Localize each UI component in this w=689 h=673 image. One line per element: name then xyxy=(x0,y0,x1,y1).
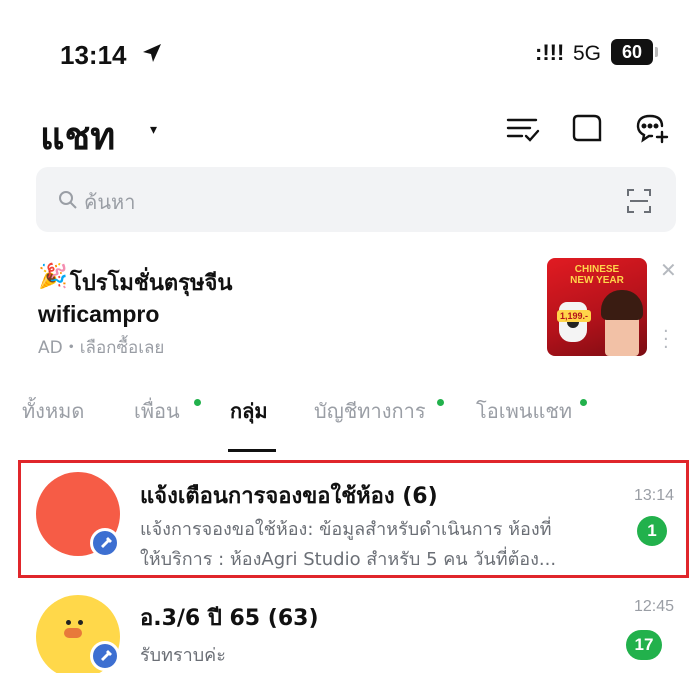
filter-list-icon[interactable] xyxy=(503,108,543,148)
ad-title[interactable]: โปรโมชั่นตรุษจีน xyxy=(70,265,232,300)
battery-icon: 60 xyxy=(611,39,653,65)
chevron-down-icon[interactable]: ▾ xyxy=(150,122,157,138)
scan-icon[interactable] xyxy=(626,188,652,218)
openchat-new-dot xyxy=(580,399,587,406)
unread-badge: 17 xyxy=(626,630,662,660)
avatar-eye xyxy=(78,620,83,625)
status-bar: 13:14 :!!! 5G 60 xyxy=(0,0,689,100)
battery-cap xyxy=(655,47,658,57)
official-new-dot xyxy=(437,399,444,406)
chat-preview-line: รับทราบค่ะ xyxy=(140,645,226,666)
pin-icon xyxy=(90,641,120,671)
tab-groups[interactable]: กลุ่ม xyxy=(230,395,268,427)
highlight-box xyxy=(18,460,689,578)
chat-tabs: ทั้งหมด เพื่อน กลุ่ม บัญชีทางการ โอเพนแช… xyxy=(0,395,689,455)
more-vertical-icon[interactable]: · · · xyxy=(663,323,669,357)
camera-product xyxy=(559,302,587,342)
ad-model xyxy=(601,290,643,356)
ad-subtitle[interactable]: AD・เลือกซื้อเลย xyxy=(38,333,164,361)
tab-official-accounts[interactable]: บัญชีทางการ xyxy=(314,395,426,427)
page-title[interactable]: แชท xyxy=(40,105,115,166)
status-time: 13:14 xyxy=(60,40,127,70)
network-type: 5G xyxy=(573,42,602,65)
chat-time: 12:45 xyxy=(634,598,675,615)
search-icon xyxy=(58,190,78,214)
chat-name[interactable]: อ.3/6 ปี 65 (63) xyxy=(140,600,319,635)
location-arrow-icon xyxy=(140,41,164,69)
search-placeholder: ค้นหา xyxy=(84,190,136,214)
tab-friends[interactable]: เพื่อน xyxy=(134,395,180,427)
ad-brand[interactable]: wificampro xyxy=(38,301,159,328)
square-icon[interactable] xyxy=(568,108,608,148)
party-popper-icon: 🎉 xyxy=(38,262,68,290)
tab-open-chat[interactable]: โอเพนแชท xyxy=(476,395,572,427)
active-tab-indicator xyxy=(228,449,276,452)
friends-new-dot xyxy=(194,399,201,406)
ad-image-caption: CHINESE NEW YEAR xyxy=(570,264,624,286)
new-chat-icon[interactable] xyxy=(632,108,672,148)
tab-all[interactable]: ทั้งหมด xyxy=(22,395,84,427)
avatar-beak xyxy=(64,628,82,638)
signal-strength: :!!! xyxy=(535,40,565,65)
ad-image[interactable]: CHINESE NEW YEAR 1,199.- xyxy=(547,258,647,356)
ad-price: 1,199.- xyxy=(557,310,592,322)
avatar-eye xyxy=(66,620,71,625)
close-icon[interactable]: ✕ xyxy=(660,258,677,282)
